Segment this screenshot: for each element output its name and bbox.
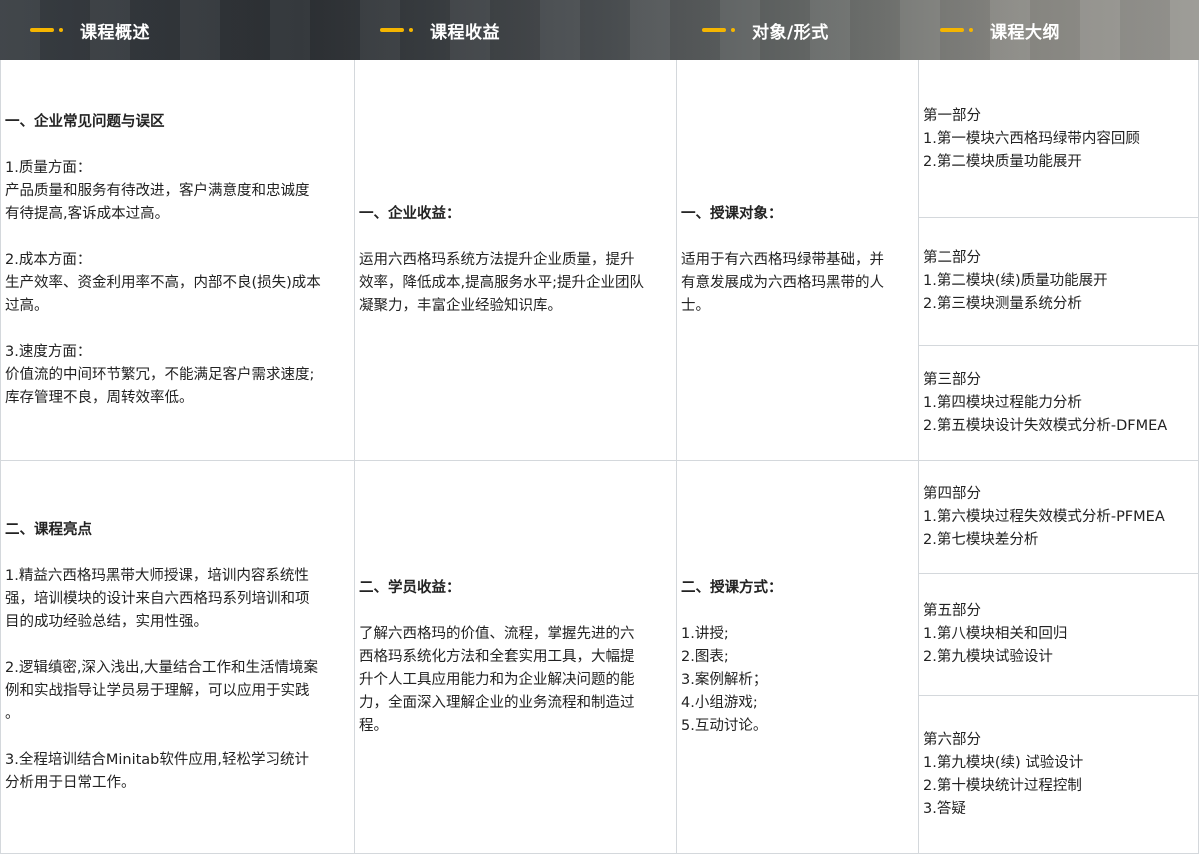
header-overview-title: 课程概述 <box>80 22 150 43</box>
audience-text: 适用于有六西格玛绿带基础，并 有意发展成为六西格玛黑带的人 士。 <box>681 249 884 318</box>
text-line: 有意发展成为六西格玛黑带的人 <box>681 275 884 291</box>
outline-part-title: 第三部分 <box>923 371 981 388</box>
text-line: 了解六西格玛的价值、流程，掌握先进的六 <box>359 625 635 642</box>
outline-line: 1.第六模块过程失效模式分析-PFMEA <box>923 508 1165 525</box>
highlight-item: 1.精益六西格玛黑带大师授课，培训内容系统性 强，培训模块的设计来自六西格玛系列… <box>5 565 318 634</box>
item-line: 生产效率、资金利用率不高，内部不良(损失)成本 <box>5 275 321 291</box>
outline-part-1: 第一部分 1.第一模块六西格玛绿带内容回顾 2.第二模块质量功能展开 <box>919 61 1198 217</box>
outline-part-title: 第四部分 <box>923 485 981 502</box>
text-line: 西格玛系统化方法和全套实用工具，大幅提 <box>359 648 635 665</box>
text-line: 程。 <box>359 717 388 734</box>
text-line: 士。 <box>681 298 710 314</box>
outline-line: 2.第五模块设计失效模式分析-DFMEA <box>923 417 1168 434</box>
outline-part-6: 第六部分 1.第九模块(续) 试验设计 2.第十模块统计过程控制 3.答疑 <box>919 696 1198 853</box>
outline-part-title: 第二部分 <box>923 250 981 266</box>
enterprise-benefits-cell: 一、企业收益： 运用六西格玛系统方法提升企业质量，提升 效率，降低成本,提高服务… <box>355 61 676 460</box>
course-table: 课程概述 课程收益 对象/形式 课程大纲 一、企业常见问题与误区 1.质量方面：… <box>0 0 1199 854</box>
list-item: 3.案例解析； <box>681 671 768 688</box>
enterprise-benefits-title: 一、企业收益： <box>359 206 461 222</box>
outline-part-2: 第二部分 1.第二模块(续)质量功能展开 2.第三模块测量系统分析 <box>919 218 1198 345</box>
outline-part-title: 第五部分 <box>923 603 981 619</box>
item-line: 价值流的中间环节繁冗，不能满足客户需求速度; <box>5 367 315 383</box>
accent-dash-icon <box>30 27 72 33</box>
text-line: 升个人工具应用能力和为企业解决问题的能 <box>359 671 635 688</box>
student-benefits-cell: 二、学员收益： 了解六西格玛的价值、流程，掌握先进的六 西格玛系统化方法和全套实… <box>355 461 676 853</box>
item-line: 2.逻辑缜密,深入浅出,大量结合工作和生活情境案 <box>5 660 319 676</box>
accent-dash-icon <box>380 27 422 33</box>
outline-line: 2.第三模块测量系统分析 <box>923 296 1082 312</box>
header-target-title: 对象/形式 <box>752 22 829 43</box>
item-line: 1.精益六西格玛黑带大师授课，培训内容系统性 <box>5 568 309 584</box>
item-line: 3.全程培训结合Minitab软件应用,轻松学习统计 <box>5 752 309 768</box>
overview-highlights-title: 二、课程亮点 <box>5 522 92 538</box>
list-item: 4.小组游戏; <box>681 694 758 711</box>
overview-highlights-cell: 二、课程亮点 1.精益六西格玛黑带大师授课，培训内容系统性 强，培训模块的设计来… <box>1 461 354 853</box>
item-line: 分析用于日常工作。 <box>5 775 136 791</box>
audience-title: 一、授课对象： <box>681 206 783 222</box>
item-line: 例和实战指导让学员易于理解，可以应用于实践 <box>5 683 310 699</box>
item-line: 。 <box>5 706 20 722</box>
list-item: 2.图表; <box>681 648 729 665</box>
outline-line: 1.第一模块六西格玛绿带内容回顾 <box>923 130 1140 147</box>
header-target: 对象/形式 <box>676 0 918 60</box>
header-outline-title: 课程大纲 <box>990 22 1060 43</box>
outline-line: 1.第二模块(续)质量功能展开 <box>923 273 1108 289</box>
text-line: 效率，降低成本,提高服务水平;提升企业团队 <box>359 275 644 291</box>
outline-line: 2.第七模块差分析 <box>923 531 1039 548</box>
overview-problems-cell: 一、企业常见问题与误区 1.质量方面： 产品质量和服务有待改进，客户满意度和忠诚… <box>1 61 354 460</box>
item-line: 目的成功经验总结，实用性强。 <box>5 614 208 630</box>
outline-part-title: 第六部分 <box>923 731 981 748</box>
enterprise-benefits-text: 运用六西格玛系统方法提升企业质量，提升 效率，降低成本,提高服务水平;提升企业团… <box>359 249 644 318</box>
outline-line: 1.第九模块(续) 试验设计 <box>923 754 1084 771</box>
format-title: 二、授课方式： <box>681 579 783 596</box>
format-list: 1.讲授; 2.图表; 3.案例解析； 4.小组游戏; 5.互动讨论。 <box>681 623 783 738</box>
overview-problems-title: 一、企业常见问题与误区 <box>5 114 165 130</box>
item-line: 过高。 <box>5 298 49 314</box>
header-benefits: 课程收益 <box>354 0 676 60</box>
quality-item: 1.质量方面： 产品质量和服务有待改进，客户满意度和忠诚度 有待提高,客诉成本过… <box>5 157 321 226</box>
accent-dash-icon <box>702 27 744 33</box>
outline-line: 3.答疑 <box>923 800 966 817</box>
student-benefits-title: 二、学员收益： <box>359 579 461 596</box>
highlight-item: 2.逻辑缜密,深入浅出,大量结合工作和生活情境案 例和实战指导让学员易于理解，可… <box>5 657 318 726</box>
student-benefits-text: 了解六西格玛的价值、流程，掌握先进的六 西格玛系统化方法和全套实用工具，大幅提 … <box>359 623 635 738</box>
text-line: 适用于有六西格玛绿带基础，并 <box>681 252 884 268</box>
text-line: 运用六西格玛系统方法提升企业质量，提升 <box>359 252 635 268</box>
outline-line: 2.第九模块试验设计 <box>923 649 1053 665</box>
table-header: 课程概述 课程收益 对象/形式 课程大纲 <box>0 0 1199 60</box>
item-line: 库存管理不良，周转效率低。 <box>5 390 194 406</box>
cost-item: 2.成本方面： 生产效率、资金利用率不高，内部不良(损失)成本 过高。 <box>5 249 321 318</box>
header-outline: 课程大纲 <box>918 0 1199 60</box>
item-label: 1.质量方面： <box>5 160 92 176</box>
outline-part-5: 第五部分 1.第八模块相关和回归 2.第九模块试验设计 <box>919 574 1198 695</box>
item-label: 2.成本方面： <box>5 252 92 268</box>
item-line: 产品质量和服务有待改进，客户满意度和忠诚度 <box>5 183 310 199</box>
list-item: 5.互动讨论。 <box>681 717 768 734</box>
outline-line: 2.第二模块质量功能展开 <box>923 153 1082 170</box>
item-label: 3.速度方面： <box>5 344 92 360</box>
format-cell: 二、授课方式： 1.讲授; 2.图表; 3.案例解析； 4.小组游戏; 5.互动… <box>677 461 918 853</box>
item-line: 有待提高,客诉成本过高。 <box>5 206 170 222</box>
header-overview: 课程概述 <box>0 0 354 60</box>
outline-part-3: 第三部分 1.第四模块过程能力分析 2.第五模块设计失效模式分析-DFMEA <box>919 346 1198 460</box>
outline-line: 1.第八模块相关和回归 <box>923 626 1068 642</box>
list-item: 1.讲授; <box>681 625 729 642</box>
header-benefits-title: 课程收益 <box>430 22 500 43</box>
outline-line: 1.第四模块过程能力分析 <box>923 394 1082 411</box>
audience-cell: 一、授课对象： 适用于有六西格玛绿带基础，并 有意发展成为六西格玛黑带的人 士。 <box>677 61 918 460</box>
text-line: 凝聚力，丰富企业经验知识库。 <box>359 298 562 314</box>
outline-part-title: 第一部分 <box>923 107 981 124</box>
outline-line: 2.第十模块统计过程控制 <box>923 777 1082 794</box>
highlight-item: 3.全程培训结合Minitab软件应用,轻松学习统计 分析用于日常工作。 <box>5 749 318 795</box>
text-line: 力，全面深入理解企业的业务流程和制造过 <box>359 694 635 711</box>
accent-dash-icon <box>940 27 982 33</box>
item-line: 强，培训模块的设计来自六西格玛系列培训和项 <box>5 591 310 607</box>
speed-item: 3.速度方面： 价值流的中间环节繁冗，不能满足客户需求速度; 库存管理不良，周转… <box>5 341 321 410</box>
outline-part-4: 第四部分 1.第六模块过程失效模式分析-PFMEA 2.第七模块差分析 <box>919 461 1198 573</box>
